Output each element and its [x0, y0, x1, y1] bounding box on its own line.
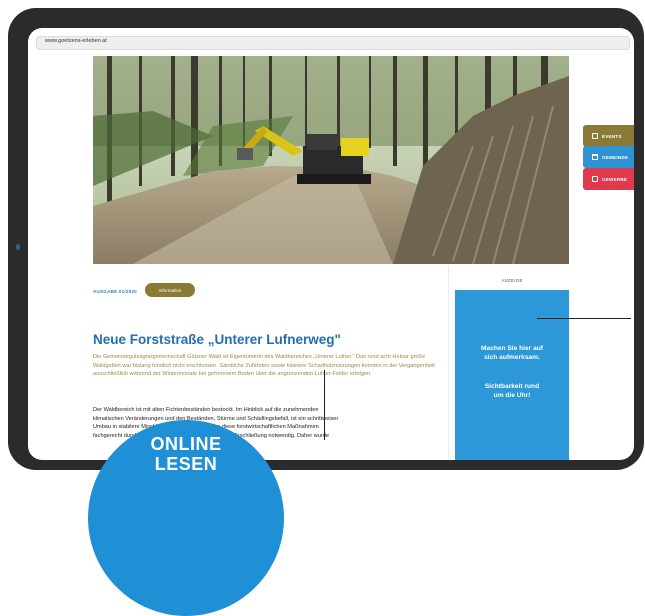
calendar-icon	[592, 133, 598, 139]
browser-viewport: www.goetzens-erleben.at EVENTS GEMEINDE …	[28, 28, 634, 460]
ad-subline: Sichtbarkeit rund um die Uhr!	[455, 382, 569, 401]
sidebar-divider	[448, 266, 449, 460]
url-text: www.goetzens-erleben.at	[45, 38, 107, 44]
article-hero-image	[93, 56, 569, 264]
ad-banner[interactable]: Machen Sie hier auf sich aufmerksam. Sic…	[455, 290, 569, 460]
ad-line: Sichtbarkeit rund	[484, 383, 540, 390]
ad-line: um die Uhr!	[493, 392, 531, 400]
sidebar-tab-gemeinde[interactable]: GEMEINDE	[583, 146, 634, 168]
badge-line: ONLINE	[150, 434, 222, 454]
callout-line-vertical	[324, 370, 325, 440]
front-camera	[16, 244, 20, 250]
shop-icon	[592, 176, 598, 182]
building-icon	[592, 154, 598, 160]
tablet-frame: www.goetzens-erleben.at EVENTS GEMEINDE …	[8, 8, 644, 470]
online-lesen-badge[interactable]: ONLINE LESEN	[88, 420, 284, 616]
ad-label: ANZEIGE	[501, 278, 523, 283]
ad-line: sich aufmerksam.	[484, 354, 540, 362]
body-line: Der Waldbereich ist mit alten Fichtenbes…	[93, 407, 319, 413]
ad-headline: Machen Sie hier auf sich aufmerksam.	[455, 344, 569, 363]
callout-line-horizontal	[537, 318, 631, 319]
sidebar-tab-label: EVENTS	[602, 133, 622, 139]
badge-line: LESEN	[154, 454, 218, 474]
sidebar-tab-label: GEWERBE	[602, 176, 628, 182]
address-bar[interactable]: www.goetzens-erleben.at	[36, 36, 630, 50]
ad-line: Machen Sie hier auf	[481, 345, 543, 352]
issue-label[interactable]: AUSGABE 01/2020	[93, 289, 137, 294]
body-line: klimatischen Veränderungen und den Bestä…	[93, 415, 339, 422]
sidebar-tab-events[interactable]: EVENTS	[583, 125, 634, 147]
article-title: Neue Forststraße „Unterer Lufnerweg"	[93, 332, 341, 347]
category-badge[interactable]: Information	[145, 283, 195, 297]
sidebar-tab-label: GEMEINDE	[602, 154, 629, 160]
sidebar-tab-gewerbe[interactable]: GEWERBE	[583, 168, 634, 190]
article-lead: Die Gemeindegutsagrargemeinschaft Götzne…	[93, 354, 435, 378]
